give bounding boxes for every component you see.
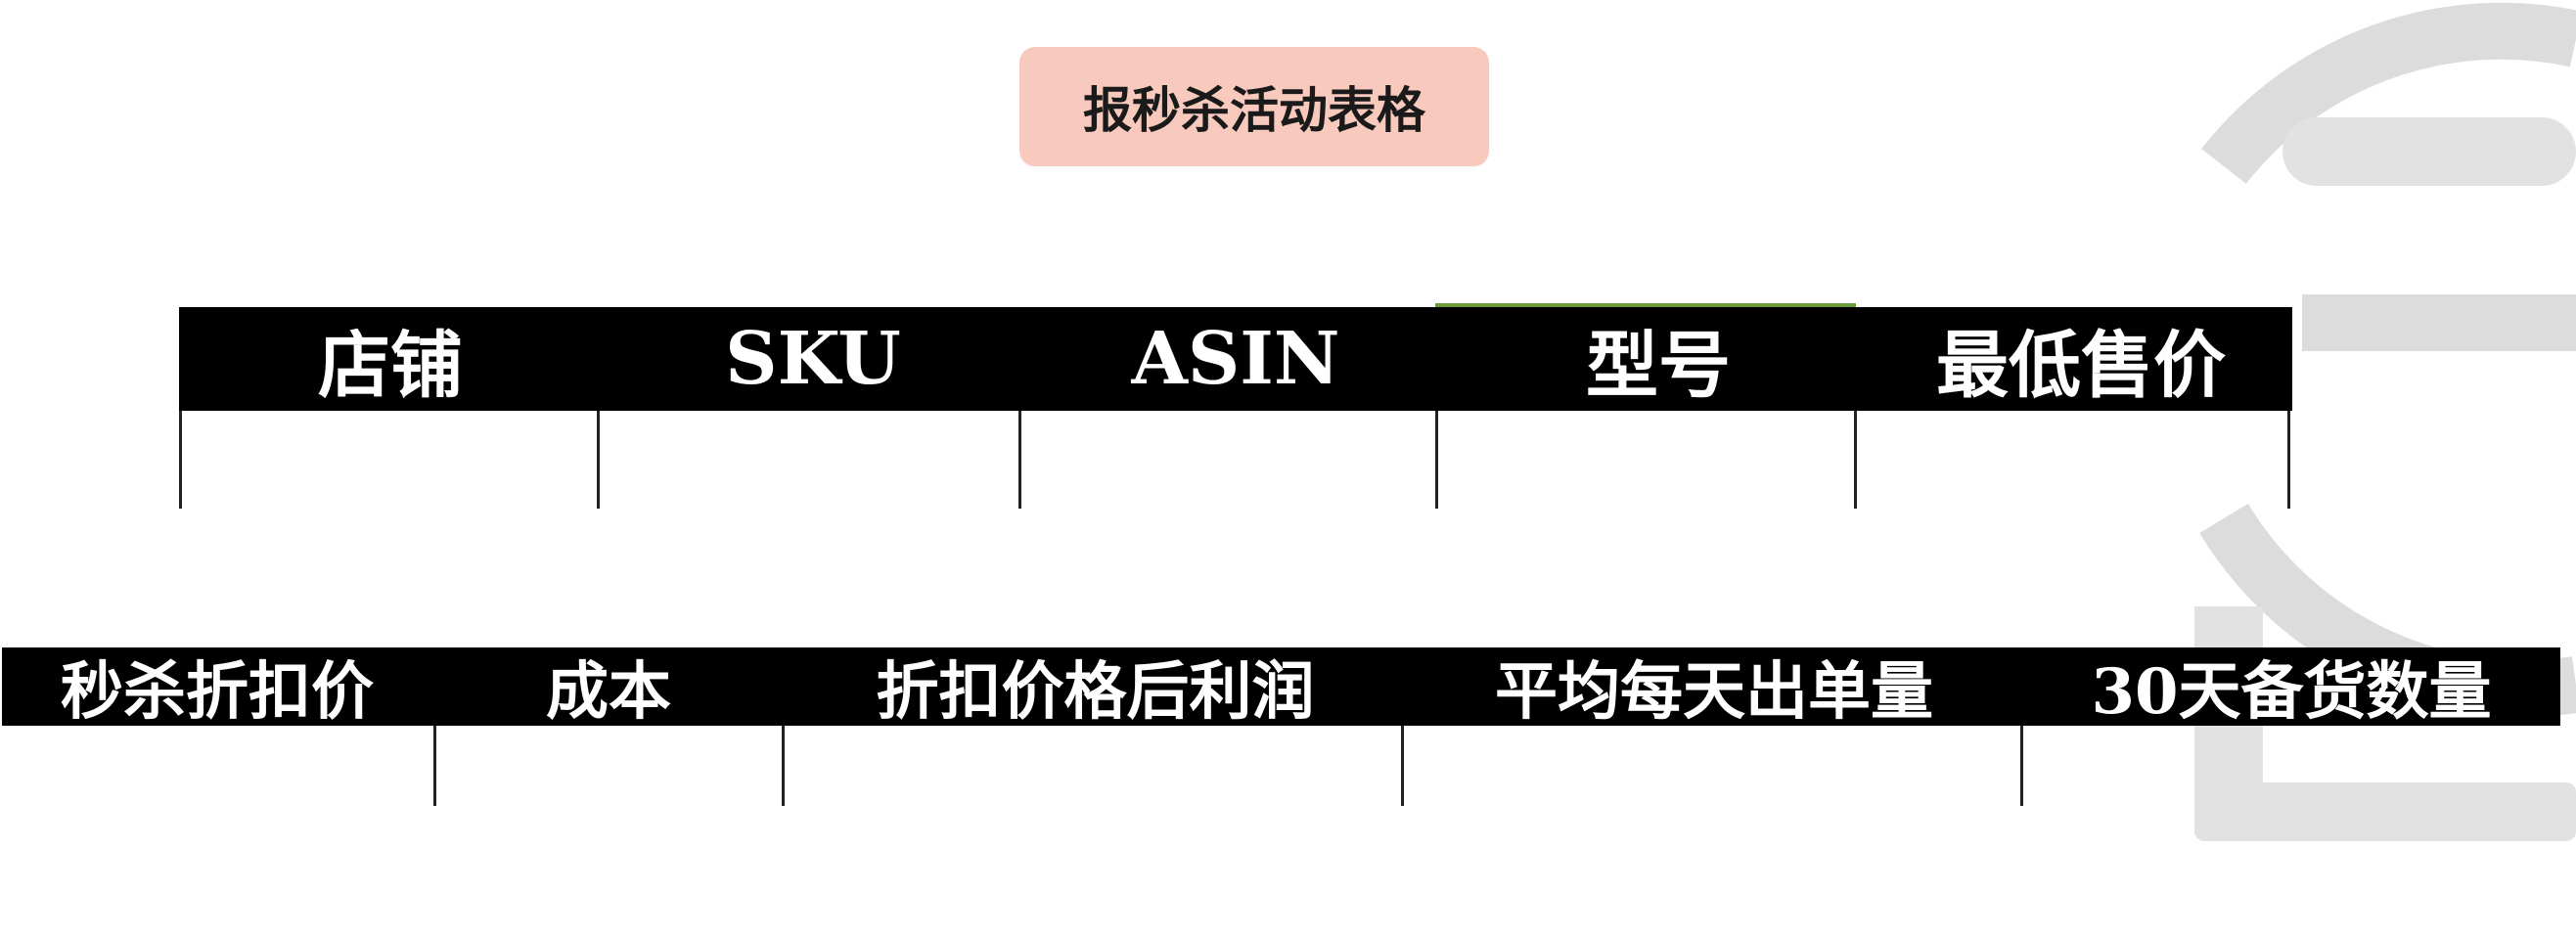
header-avg-daily-orders: 平均每天出单量 xyxy=(1495,655,1933,729)
cell-border xyxy=(1401,726,1404,806)
header-flash-price: 秒杀折扣价 xyxy=(61,655,374,729)
header-cost: 成本 xyxy=(546,655,671,729)
header-sku: SKU xyxy=(725,317,901,401)
table-header-row: 店铺 SKU ASIN 型号 最低售价 xyxy=(179,307,2292,411)
flash-sale-table-basic: 店铺 SKU ASIN 型号 最低售价 xyxy=(179,307,2292,509)
table-row xyxy=(2,726,2560,806)
table-header-row: 秒杀折扣价 成本 折扣价格后利润 平均每天出单量 30天备货数量 xyxy=(2,647,2560,729)
cell-border xyxy=(597,411,600,509)
cell-border xyxy=(1435,411,1438,509)
header-model: 型号 xyxy=(1586,323,1731,408)
header-30-day-stock: 30天备货数量 xyxy=(2091,655,2492,729)
cell-border xyxy=(433,726,436,806)
header-store: 店铺 xyxy=(318,323,463,408)
cell-border xyxy=(2287,411,2290,509)
cell-border xyxy=(1018,411,1021,509)
flash-sale-table-pricing: 秒杀折扣价 成本 折扣价格后利润 平均每天出单量 30天备货数量 xyxy=(2,647,2560,806)
table-row xyxy=(179,411,2292,509)
header-asin: ASIN xyxy=(1131,317,1340,401)
cell-border xyxy=(782,726,785,806)
cell-border xyxy=(2020,726,2023,806)
page-title: 报秒杀活动表格 xyxy=(1019,47,1489,166)
cell-border xyxy=(179,411,182,509)
header-profit-after-discount: 折扣价格后利润 xyxy=(876,655,1315,729)
cell-border xyxy=(1854,411,1857,509)
header-min-price: 最低售价 xyxy=(1936,323,2226,408)
